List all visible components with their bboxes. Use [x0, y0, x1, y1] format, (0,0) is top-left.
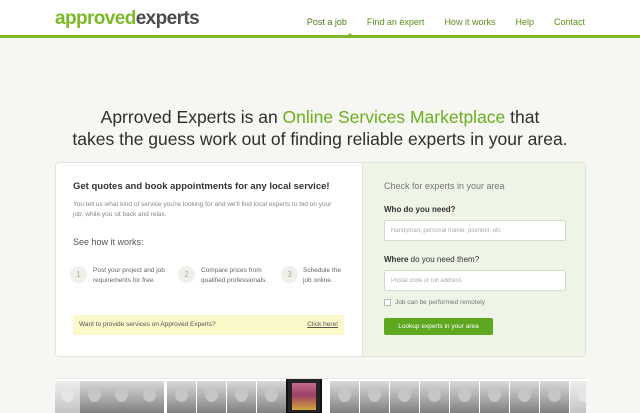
expert-photo-icon[interactable]	[540, 381, 569, 413]
featured-expert-image-icon	[292, 383, 316, 410]
headline-line-1: Aprroved Experts is an Online Services M…	[0, 106, 640, 128]
expert-head-icon	[115, 387, 128, 402]
expert-photo-icon[interactable]	[80, 381, 109, 413]
expert-head-icon	[265, 387, 278, 402]
remote-checkbox-label: Job can be performed remotely	[395, 299, 485, 306]
expert-photo-icon[interactable]	[510, 381, 539, 413]
where-label: Where do you need them?	[384, 255, 479, 264]
search-panel: Check for experts in your area Who do yo…	[362, 163, 585, 356]
lookup-experts-button[interactable]: Lookup experts in your area	[384, 318, 493, 335]
expert-head-icon	[548, 387, 561, 402]
where-input[interactable]	[384, 270, 566, 291]
main-card: Get quotes and book appointments for any…	[55, 162, 586, 357]
expert-photo-icon[interactable]	[107, 381, 136, 413]
active-nav-caret-icon	[345, 33, 355, 38]
provide-services-link[interactable]: Click here!	[307, 321, 338, 328]
who-label: Who do you need?	[384, 205, 456, 214]
info-panel: Get quotes and book appointments for any…	[56, 163, 362, 356]
nav-contact[interactable]: Contact	[554, 17, 585, 27]
expert-head-icon	[175, 387, 188, 402]
expert-photo-strip	[55, 378, 586, 413]
hero-headline: Aprroved Experts is an Online Services M…	[0, 106, 640, 150]
expert-photo-icon[interactable]	[257, 381, 286, 413]
nav-post-a-job[interactable]: Post a job	[307, 17, 347, 27]
headline-highlight: Online Services Marketplace	[282, 107, 506, 127]
logo-part-approved: approved	[55, 8, 136, 29]
step-3-text: Schedule the job online.	[303, 267, 341, 284]
step-2-text: Compare prices from qualified profession…	[201, 267, 268, 284]
step-2-number: 2	[178, 266, 195, 283]
expert-head-icon	[518, 387, 531, 402]
expert-photo-icon[interactable]	[390, 381, 419, 413]
expert-photo-icon[interactable]	[135, 381, 164, 413]
headline-text-1: Aprroved Experts is an	[100, 107, 283, 127]
expert-photo-icon[interactable]	[360, 381, 389, 413]
expert-photo-icon[interactable]	[227, 381, 256, 413]
headline-line-2: takes the guess work out of finding reli…	[72, 129, 568, 149]
logo-part-experts: experts	[135, 8, 200, 29]
expert-head-icon	[61, 387, 74, 402]
main-nav: Post a job Find an expert How it works H…	[287, 17, 585, 27]
expert-head-icon	[88, 387, 101, 402]
how-it-works-title: See how it works:	[73, 237, 144, 247]
info-description: You tell us what kind of service you're …	[73, 201, 332, 218]
expert-head-icon	[458, 387, 471, 402]
expert-photo-icon[interactable]	[480, 381, 509, 413]
nav-how-it-works[interactable]: How it works	[444, 17, 495, 27]
info-title: Get quotes and book appointments for any…	[73, 181, 330, 192]
expert-head-icon	[205, 387, 218, 402]
nav-help[interactable]: Help	[515, 17, 534, 27]
expert-head-icon	[338, 387, 351, 402]
headline-text-2: that	[505, 107, 540, 127]
expert-head-icon	[235, 387, 248, 402]
expert-photo-icon[interactable]	[570, 381, 586, 413]
search-title: Check for experts in your area	[384, 181, 505, 191]
featured-expert-photo-icon[interactable]	[286, 379, 322, 413]
provide-services-text: Want to provide services on Approved Exp…	[79, 321, 216, 328]
who-input[interactable]	[384, 220, 566, 241]
site-header: approvedexperts Post a job Find an exper…	[0, 0, 640, 38]
expert-head-icon	[488, 387, 501, 402]
expert-photo-icon[interactable]	[197, 381, 226, 413]
step-1-text: Post your project and job requirements f…	[93, 267, 165, 284]
logo[interactable]: approvedexperts	[55, 8, 200, 30]
where-label-bold: Where	[384, 255, 409, 264]
expert-head-icon	[368, 387, 381, 402]
expert-photo-icon[interactable]	[55, 381, 82, 413]
expert-head-icon	[578, 387, 586, 402]
where-label-rest: do you need them?	[408, 255, 480, 264]
provide-services-bar: Want to provide services on Approved Exp…	[73, 315, 344, 335]
nav-find-an-expert[interactable]: Find an expert	[367, 17, 425, 27]
expert-head-icon	[428, 387, 441, 402]
expert-photo-icon[interactable]	[167, 381, 196, 413]
expert-head-icon	[398, 387, 411, 402]
expert-photo-icon[interactable]	[420, 381, 449, 413]
expert-photo-icon[interactable]	[450, 381, 479, 413]
remote-checkbox[interactable]	[384, 299, 391, 306]
step-3-number: 3	[281, 266, 298, 283]
expert-photo-icon[interactable]	[330, 381, 359, 413]
step-1-number: 1	[70, 266, 87, 283]
expert-head-icon	[143, 387, 156, 402]
